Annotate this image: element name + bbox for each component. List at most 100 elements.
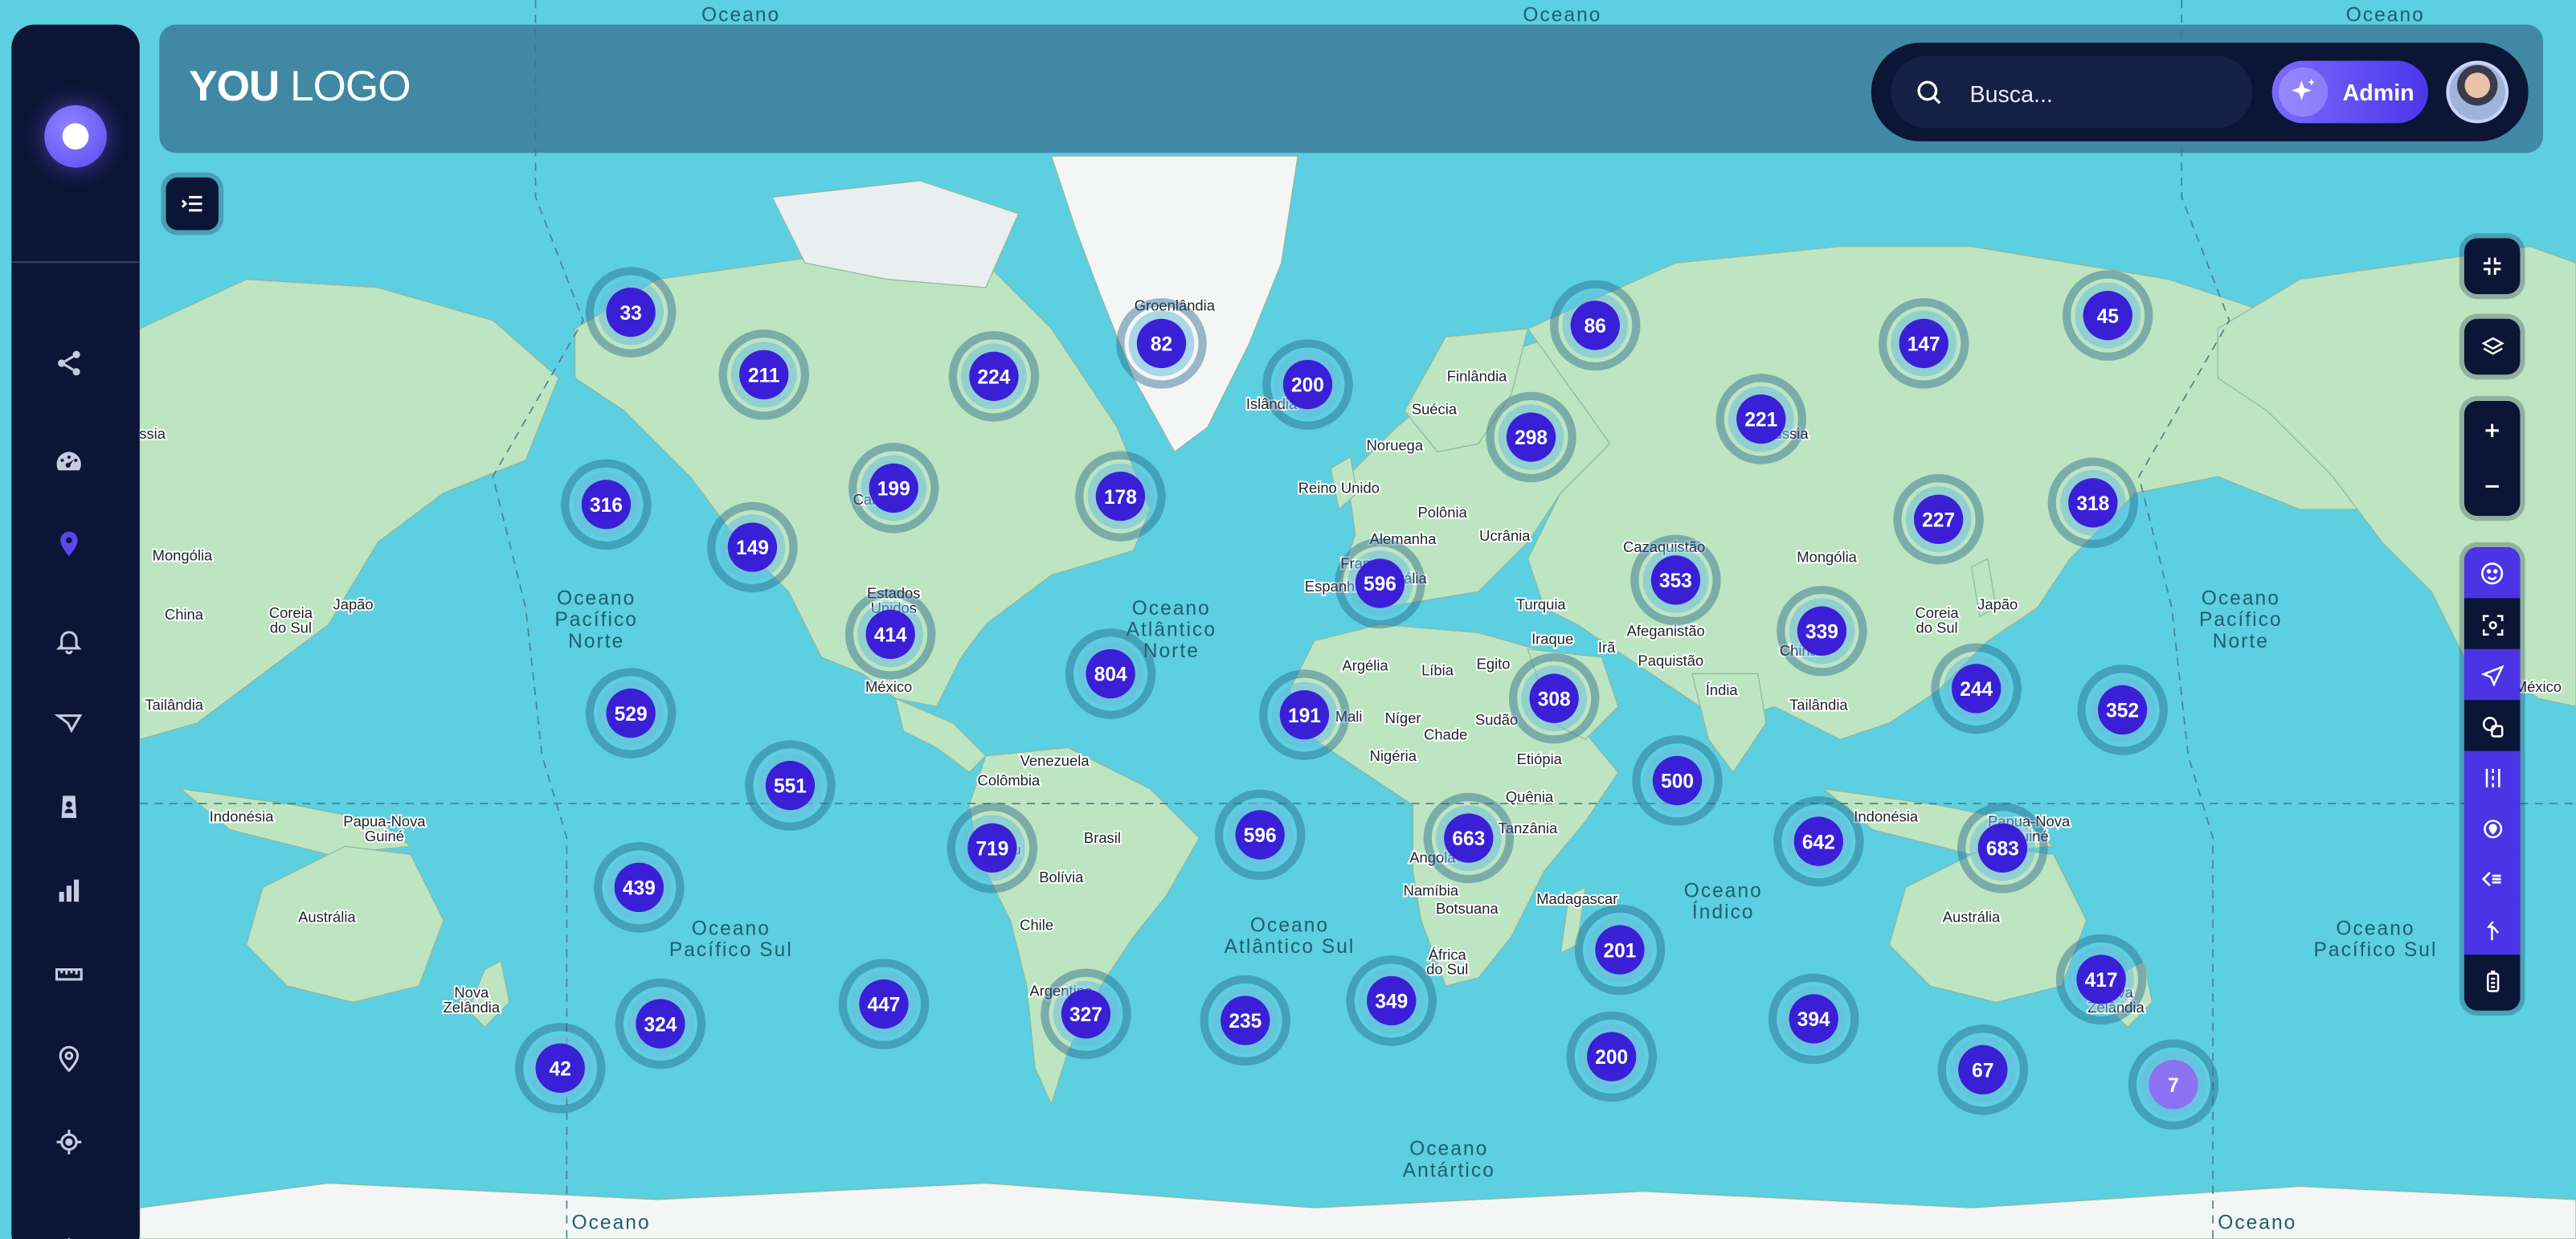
cluster-count: 191 — [1288, 705, 1321, 727]
cluster-marker[interactable]: 719 — [947, 803, 1038, 893]
cluster-count: 529 — [615, 704, 648, 726]
cluster-count: 663 — [1452, 828, 1485, 850]
world-map[interactable]: Oceano Oceano OceanoGroenlândiaIslândiaFin… — [0, 0, 2576, 1239]
cluster-count: 596 — [1244, 825, 1277, 847]
cluster-marker[interactable]: 663 — [1423, 792, 1515, 884]
cluster-marker[interactable]: 804 — [1065, 628, 1156, 719]
cluster-marker[interactable]: 149 — [707, 501, 798, 593]
tool-route[interactable] — [2464, 903, 2521, 957]
cluster-count: 298 — [1515, 427, 1548, 449]
cluster-marker[interactable]: 201 — [1574, 904, 1666, 996]
cluster-marker[interactable]: 439 — [594, 842, 685, 933]
cluster-marker[interactable]: 235 — [1200, 975, 1291, 1066]
cluster-marker[interactable]: 147 — [1879, 298, 1969, 389]
app-logo-icon[interactable] — [44, 104, 107, 168]
cluster-marker[interactable]: 211 — [718, 329, 809, 420]
exit-fullscreen-button[interactable] — [2464, 240, 2521, 292]
country-label: Madagascar — [1536, 890, 1617, 907]
cluster-marker[interactable]: 318 — [2047, 457, 2139, 549]
cluster-count: 683 — [1986, 838, 2019, 860]
cluster-count: 199 — [877, 479, 910, 501]
cluster-marker[interactable]: 82 — [1116, 298, 1207, 389]
cluster-marker[interactable]: 224 — [948, 331, 1040, 422]
cluster-marker[interactable]: 298 — [1486, 391, 1576, 483]
cluster-marker[interactable]: 447 — [838, 959, 930, 1049]
cluster-marker[interactable]: 551 — [745, 740, 836, 831]
sidebar-item-tracking[interactable] — [43, 1116, 95, 1168]
sidebar-item-home[interactable] — [43, 1225, 95, 1239]
cluster-count: 551 — [774, 776, 807, 798]
sidebar-item-dashboard[interactable] — [43, 435, 95, 488]
cluster-marker[interactable]: 45 — [2062, 270, 2153, 361]
country-label: Argélia — [1342, 656, 1388, 673]
cluster-marker[interactable]: 178 — [1075, 451, 1166, 542]
tool-face-detect[interactable] — [2464, 547, 2521, 600]
cluster-count: 447 — [868, 995, 901, 1016]
cluster-marker[interactable]: 642 — [1773, 795, 1864, 887]
tool-columns[interactable] — [2464, 750, 2521, 804]
country-label: Noruega — [1367, 436, 1424, 453]
cluster-marker[interactable]: 199 — [848, 443, 939, 534]
admin-button[interactable]: Admin — [2271, 60, 2428, 124]
cluster-marker[interactable]: 353 — [1630, 534, 1721, 626]
country-label: Japão — [333, 596, 374, 613]
cluster-marker[interactable]: 221 — [1715, 374, 1807, 464]
cluster-count: 82 — [1151, 334, 1172, 356]
tool-target-location[interactable] — [2464, 802, 2521, 855]
cluster-marker[interactable]: 33 — [585, 267, 677, 358]
cluster-marker[interactable]: 349 — [1346, 955, 1437, 1046]
cluster-marker[interactable]: 394 — [1768, 973, 1859, 1065]
cluster-marker[interactable]: 352 — [2077, 664, 2168, 755]
cluster-marker[interactable]: 324 — [615, 978, 706, 1069]
cluster-marker[interactable]: 200 — [1262, 339, 1353, 430]
cluster-marker[interactable]: 596 — [1214, 789, 1306, 881]
sidebar-toggle-button[interactable] — [166, 177, 219, 231]
search-input[interactable] — [1966, 55, 2244, 132]
cluster-marker[interactable]: 244 — [1931, 643, 2022, 734]
sidebar-item-notifications[interactable] — [43, 615, 95, 667]
header-actions: Admin — [1871, 43, 2529, 141]
tool-speed[interactable] — [2464, 853, 2521, 906]
layers-button[interactable] — [2464, 321, 2521, 373]
sidebar-item-users[interactable] — [43, 780, 95, 832]
cluster-marker[interactable]: 86 — [1550, 280, 1641, 371]
sidebar-item-share[interactable] — [43, 337, 95, 389]
cluster-marker[interactable]: 67 — [1937, 1024, 2029, 1115]
tool-navigate[interactable] — [2464, 648, 2521, 702]
cluster-marker[interactable]: 42 — [514, 1023, 606, 1114]
cluster-marker[interactable]: 500 — [1632, 735, 1723, 826]
cluster-marker[interactable]: 7 — [2128, 1039, 2219, 1131]
cluster-marker[interactable]: 417 — [2055, 934, 2147, 1025]
sidebar-item-places[interactable] — [43, 1032, 95, 1084]
tool-battery[interactable] — [2464, 955, 2521, 1008]
country-label: China — [165, 606, 204, 623]
cluster-marker[interactable]: 529 — [585, 668, 677, 759]
sidebar-item-map[interactable] — [43, 517, 95, 570]
cluster-marker[interactable]: 200 — [1566, 1011, 1657, 1102]
cluster-marker[interactable]: 596 — [1335, 538, 1425, 629]
ocean-label: Pacífico — [2199, 609, 2283, 631]
cluster-marker[interactable]: 414 — [844, 589, 936, 680]
sidebar-item-reports[interactable] — [43, 865, 95, 917]
ruler-icon — [55, 968, 83, 981]
tool-shapes[interactable] — [2464, 700, 2521, 753]
sidebar-item-measure[interactable] — [43, 948, 95, 1000]
country-label: do Sul — [1916, 619, 1958, 636]
cluster-marker[interactable]: 191 — [1259, 669, 1350, 760]
zoom-in-button[interactable] — [2464, 404, 2521, 456]
cluster-marker[interactable]: 683 — [1957, 803, 2048, 893]
zoom-out-button[interactable] — [2464, 460, 2521, 513]
cluster-count: 804 — [1094, 664, 1127, 686]
cluster-marker[interactable]: 316 — [561, 459, 652, 550]
cluster-marker[interactable]: 339 — [1777, 586, 1867, 677]
user-avatar[interactable] — [2446, 60, 2509, 124]
country-label: Suécia — [1412, 400, 1458, 417]
ocean-label: Oceano — [692, 918, 771, 940]
cluster-marker[interactable]: 227 — [1893, 474, 1984, 565]
cluster-marker[interactable]: 327 — [1041, 968, 1131, 1060]
cluster-marker[interactable]: 308 — [1508, 652, 1600, 744]
sidebar-item-send[interactable] — [43, 697, 95, 749]
dashboard-gauge-icon — [56, 452, 81, 471]
tool-scan[interactable] — [2464, 598, 2521, 651]
fullscreen-control — [2464, 238, 2521, 295]
